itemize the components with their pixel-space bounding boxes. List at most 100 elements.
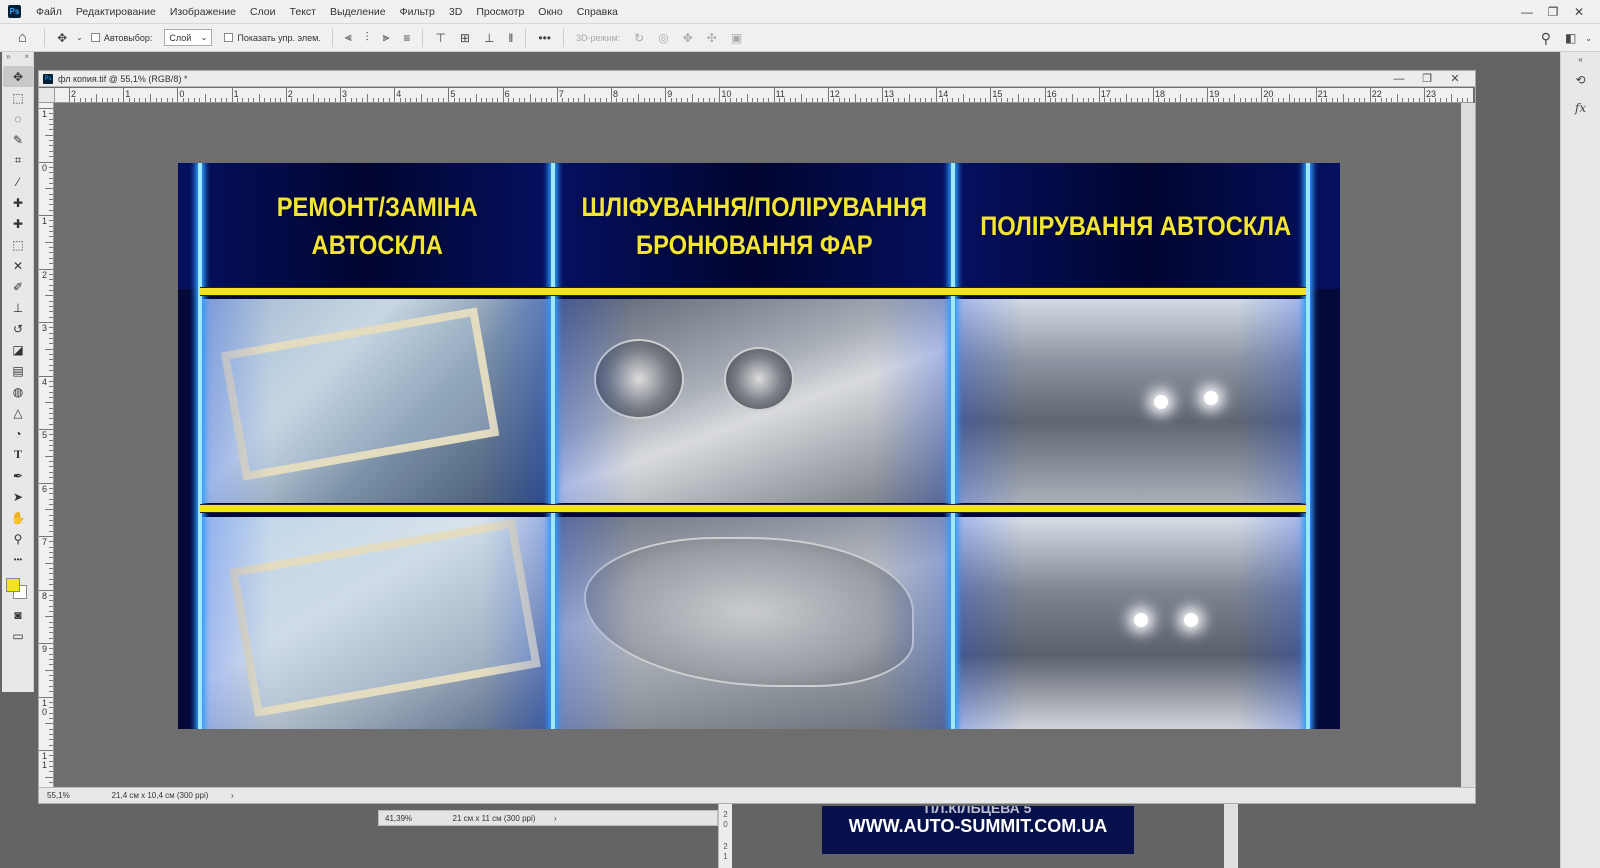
dodge-tool-icon[interactable]: ◔ [3,423,33,444]
fx-styles-icon[interactable]: fx [1561,94,1600,122]
bg-doc-scrollbar[interactable] [1224,804,1238,868]
align-center-icon[interactable]: ⫶ [359,30,376,45]
ruler-tick [1039,98,1041,102]
close-icon[interactable]: × [24,52,29,66]
menu-3d[interactable]: 3D [442,0,469,24]
3d-orbit-icon[interactable]: ↻ [627,31,651,45]
chevron-right-icon[interactable]: › [225,791,234,800]
layer-select[interactable]: Слой ⌄ [164,29,213,46]
doc-restore-button[interactable]: ❐ [1413,71,1441,87]
healing-tool-icon[interactable]: ✚ [3,192,33,213]
ruler-tick [1066,98,1068,102]
gradient-tool-icon[interactable]: ▤ [3,360,33,381]
frame-tool-icon[interactable]: ⬚ [3,234,33,255]
foreground-color-swatch[interactable] [6,578,20,592]
sharpen-tool-icon[interactable]: △ [3,402,33,423]
lasso-tool-icon[interactable]: ◌ [3,108,33,129]
menu-layers[interactable]: Слои [243,0,283,24]
restore-button[interactable]: ❐ [1540,5,1566,19]
checkbox-box[interactable] [90,33,100,42]
menu-type[interactable]: Текст [283,0,323,24]
quick-select-tool-icon[interactable]: ✎ [3,129,33,150]
move-tool-icon[interactable]: ✥ [50,31,74,45]
doc-close-button[interactable]: ✕ [1441,71,1469,87]
banner-column-headlight-polish: ШЛІФУВАННЯ/ПОЛІРУВАННЯ БРОНЮВАННЯ ФАР [554,163,954,729]
show-transform-checkbox[interactable]: Показать упр. элем. [218,33,326,43]
ruler-tick [724,98,726,102]
vertical-ruler[interactable]: 101234567891 01 1 [39,88,54,788]
pen-tool-icon[interactable]: ✒ [3,465,33,486]
minimize-button[interactable]: — [1514,5,1540,19]
ruler-tick [621,98,623,102]
more-tools-icon[interactable]: ••• [3,549,33,570]
history-panel-icon[interactable]: ⟲ [1561,66,1600,94]
blur-tool-icon[interactable]: ◍ [3,381,33,402]
menu-filter[interactable]: Фильтр [393,0,442,24]
ruler-tick [1331,98,1333,102]
close-button[interactable]: ✕ [1566,5,1592,19]
home-icon[interactable]: ⌂ [0,29,39,46]
eyedropper-tool-icon[interactable]: ⁄ [3,171,33,192]
distribute-icon[interactable]: ≡ [396,31,417,45]
menu-edit[interactable]: Редактирование [69,0,163,24]
align-middle-icon[interactable]: ⊞ [453,31,477,45]
autoselect-checkbox[interactable]: Автовыбор: [85,33,159,43]
chevron-down-icon[interactable]: ⌄ [74,33,85,42]
ruler-label: 2 [723,810,728,819]
color-swatches[interactable] [2,574,32,604]
search-icon[interactable]: ⚲ [1534,30,1558,47]
align-bottom-icon[interactable]: ⊥ [477,31,501,45]
ruler-tick [1277,98,1279,102]
align-left-icon[interactable]: ⫷ [338,30,359,45]
3d-camera-icon[interactable]: ▣ [724,31,749,45]
menu-window[interactable]: Окно [531,0,569,24]
checkbox-box[interactable] [224,33,234,42]
quick-mask-icon[interactable]: ◙ [3,604,33,625]
zoom-tool-icon[interactable]: ⚲ [3,528,33,549]
menu-image[interactable]: Изображение [163,0,243,24]
canvas-banner[interactable]: РЕМОНТ/ЗАМІНА АВТОСКЛА ШЛІФУВАННЯ/ПОЛІРУ… [178,163,1340,729]
more-options-icon[interactable]: ••• [531,31,558,45]
3d-roll-icon[interactable]: ◎ [651,31,675,45]
marquee-tool-icon[interactable]: ⬚ [3,87,33,108]
collapse-icon[interactable]: » [6,52,10,66]
eraser-tool-icon[interactable]: ◪ [3,339,33,360]
chevron-right-icon[interactable]: › [554,814,557,823]
ruler-tick [49,578,53,580]
ruler-origin[interactable] [39,88,55,103]
3d-pan-icon[interactable]: ✥ [676,31,700,45]
ruler-tick [49,659,53,661]
menu-file[interactable]: Файл [29,0,69,24]
path-select-tool-icon[interactable]: ➤ [3,486,33,507]
stamp-tool-icon[interactable]: ⊥ [3,297,33,318]
horizontal-ruler[interactable]: 2 1 0 1 2 3 4 5 6 7 8 9 10 11 12 13 14 15 16 17 18 19 20 21 22 23 [55,88,1473,103]
workspace-icon[interactable]: ◧ [1558,31,1583,45]
screen-mode-icon[interactable]: ▭ [3,625,33,646]
ruler-tick [735,98,737,102]
align-top-icon[interactable]: ⊤ [428,31,452,45]
3d-slide-icon[interactable]: ✣ [700,31,724,45]
ruler-tick [762,98,764,102]
document-tab[interactable]: Ps фл копия.tif @ 55,1% (RGB/8) * — ❐ ✕ [39,71,1475,87]
history-brush-tool-icon[interactable]: ↺ [3,318,33,339]
move-tool-icon[interactable]: ✥ [3,66,33,87]
doc-zoom-level[interactable]: 55,1% [39,791,95,800]
type-tool-icon[interactable]: T [3,444,33,465]
bg-doc-zoom[interactable]: 41,39% [379,814,434,823]
menu-help[interactable]: Справка [570,0,625,24]
collapse-icon[interactable]: « [1561,52,1600,66]
menu-view[interactable]: Просмотр [469,0,531,24]
ruler-tick [1104,98,1106,102]
doc-minimize-button[interactable]: — [1385,71,1413,87]
menu-select[interactable]: Выделение [323,0,393,24]
crop-tool-icon[interactable]: ⌗ [3,150,33,171]
ruler-tick [269,98,271,102]
chevron-down-icon[interactable]: ⌄ [1583,34,1594,43]
hand-tool-icon[interactable]: ✋ [3,507,33,528]
distribute-vertical-icon[interactable]: ‖ [501,31,520,45]
brush-tool-icon[interactable]: ✐ [3,276,33,297]
align-right-icon[interactable]: ⫸ [376,30,397,45]
document-scrollbar[interactable] [1461,103,1475,787]
patch-tool-icon[interactable]: ✚ [3,213,33,234]
content-aware-move-icon[interactable]: ✕ [3,255,33,276]
